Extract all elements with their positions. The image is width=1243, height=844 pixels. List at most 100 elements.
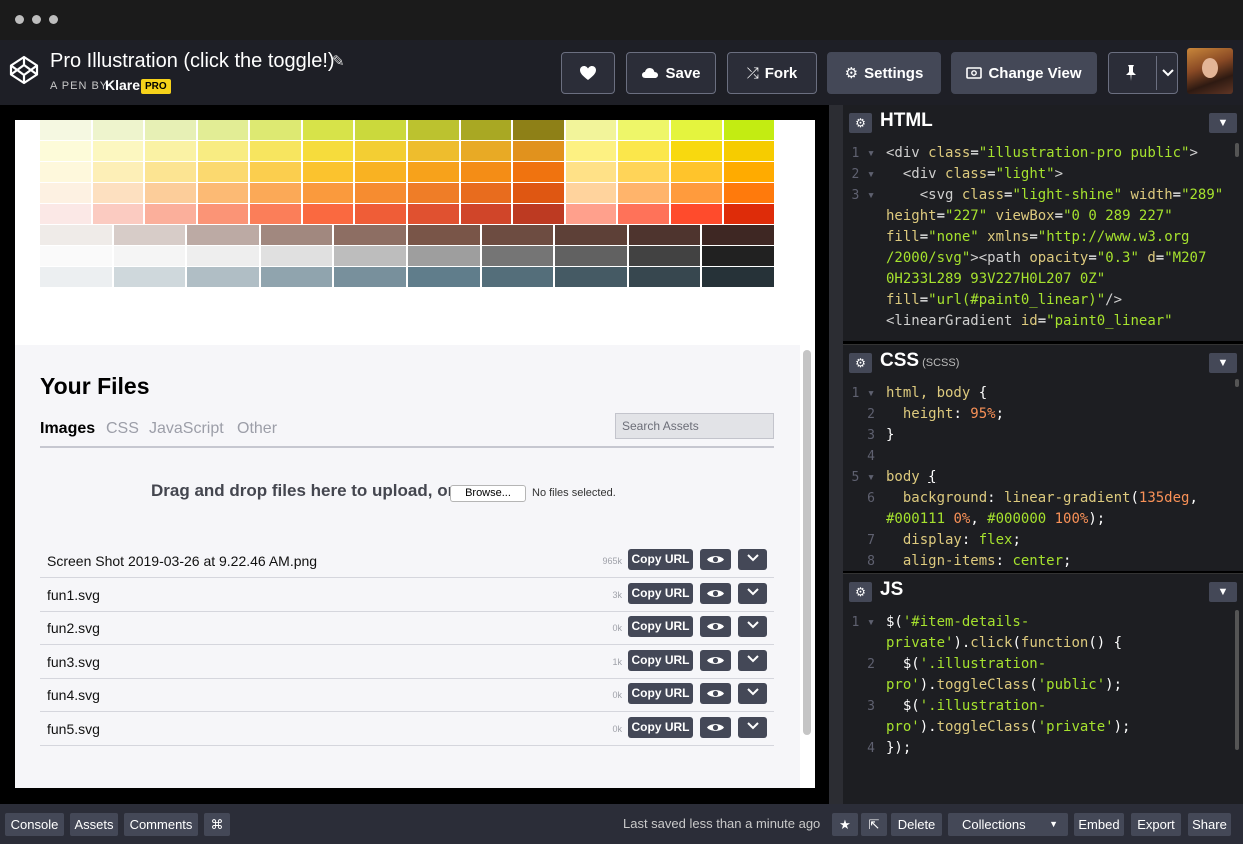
pin-button[interactable] bbox=[1108, 52, 1178, 94]
html-editor-menu-chevron-icon[interactable]: ▼ bbox=[1209, 113, 1237, 133]
color-swatch bbox=[628, 225, 701, 245]
color-swatch bbox=[92, 183, 144, 203]
color-swatch bbox=[670, 162, 722, 182]
codepen-logo-icon[interactable] bbox=[8, 54, 40, 86]
html-settings-gear-icon[interactable]: ⚙ bbox=[849, 113, 872, 133]
file-options-chevron-icon[interactable] bbox=[738, 683, 767, 704]
window-control-dot[interactable] bbox=[49, 15, 58, 24]
color-swatch bbox=[628, 246, 701, 266]
file-name[interactable]: fun1.svg bbox=[47, 587, 100, 603]
color-swatch bbox=[670, 120, 722, 140]
color-swatch bbox=[408, 183, 459, 203]
copy-url-button[interactable]: Copy URL bbox=[628, 616, 693, 637]
tab-images[interactable]: Images bbox=[40, 420, 95, 438]
color-swatch bbox=[618, 183, 669, 203]
file-options-chevron-icon[interactable] bbox=[738, 649, 767, 671]
color-swatch bbox=[702, 246, 774, 266]
js-editor-menu-chevron-icon[interactable]: ▼ bbox=[1209, 582, 1237, 602]
save-button[interactable]: Save bbox=[626, 52, 716, 94]
console-button[interactable]: Console bbox=[5, 813, 64, 836]
embed-button[interactable]: Embed bbox=[1074, 813, 1124, 836]
file-name[interactable]: fun3.svg bbox=[47, 654, 100, 670]
css-code[interactable]: 1 ▾ html, body { 2 height: 95%; 3} 4 5 ▾ b… bbox=[843, 383, 1243, 571]
export-button[interactable]: Export bbox=[1131, 813, 1181, 836]
js-editor-scrollbar[interactable] bbox=[1235, 610, 1239, 750]
collections-dropdown[interactable]: Collections ▼ bbox=[948, 813, 1068, 836]
file-options-chevron-icon[interactable] bbox=[738, 549, 767, 570]
chevron-down-icon bbox=[746, 554, 759, 562]
file-options-chevron-icon[interactable] bbox=[738, 582, 767, 604]
file-row: fun3.svg 1k Copy URL bbox=[40, 646, 774, 679]
color-swatch bbox=[145, 120, 196, 140]
color-swatch bbox=[481, 267, 554, 287]
your-files-heading: Your Files bbox=[40, 373, 150, 399]
file-options-chevron-icon[interactable] bbox=[738, 616, 767, 637]
color-swatch bbox=[145, 162, 196, 182]
preview-eye-button[interactable] bbox=[700, 716, 731, 738]
copy-url-button[interactable]: Copy URL bbox=[628, 649, 693, 671]
file-name[interactable]: fun2.svg bbox=[47, 620, 100, 636]
color-swatch bbox=[670, 204, 722, 224]
file-name[interactable]: Screen Shot 2019-03-26 at 9.22.46 AM.png bbox=[47, 553, 317, 569]
tab-css[interactable]: CSS bbox=[106, 420, 139, 438]
chevron-down-icon bbox=[1162, 69, 1174, 77]
color-swatch bbox=[555, 267, 627, 287]
pen-title[interactable]: Pro Illustration (click the toggle!) bbox=[50, 50, 335, 73]
edit-pencil-icon[interactable]: ✎ bbox=[332, 52, 345, 70]
change-view-button[interactable]: Change View bbox=[951, 52, 1097, 94]
css-editor-menu-chevron-icon[interactable]: ▼ bbox=[1209, 353, 1237, 373]
color-swatch bbox=[723, 120, 775, 140]
js-code[interactable]: 1 ▾ $('#item-details- private').click(fun… bbox=[843, 612, 1243, 759]
open-external-icon[interactable]: ⇱ bbox=[861, 813, 887, 836]
comments-button[interactable]: Comments bbox=[124, 813, 198, 836]
preview-eye-button[interactable] bbox=[700, 683, 731, 704]
preview-eye-button[interactable] bbox=[700, 582, 731, 604]
window-control-dot[interactable] bbox=[15, 15, 24, 24]
star-icon[interactable]: ★ bbox=[832, 813, 858, 836]
copy-url-button[interactable]: Copy URL bbox=[628, 716, 693, 738]
pen-author-link[interactable]: Klare bbox=[105, 77, 140, 93]
css-settings-gear-icon[interactable]: ⚙ bbox=[849, 353, 872, 373]
tab-other[interactable]: Other bbox=[237, 420, 277, 438]
tab-javascript[interactable]: JavaScript bbox=[149, 420, 224, 438]
color-swatch bbox=[197, 204, 249, 224]
html-code[interactable]: 1 ▾ <div class="illustration-pro public">… bbox=[843, 143, 1243, 332]
color-swatch bbox=[92, 204, 144, 224]
user-avatar[interactable] bbox=[1187, 48, 1233, 94]
js-settings-gear-icon[interactable]: ⚙ bbox=[849, 582, 872, 602]
search-assets-input[interactable]: Search Assets bbox=[615, 413, 774, 439]
assets-button[interactable]: Assets bbox=[70, 813, 118, 836]
pane-divider[interactable] bbox=[829, 105, 843, 804]
color-swatch bbox=[92, 120, 144, 140]
color-swatch bbox=[628, 267, 701, 287]
window-control-dot[interactable] bbox=[32, 15, 41, 24]
copy-url-button[interactable]: Copy URL bbox=[628, 582, 693, 604]
color-swatch bbox=[250, 141, 301, 161]
css-editor-scrollbar[interactable] bbox=[1235, 379, 1239, 387]
fork-button-label: Fork bbox=[764, 64, 798, 82]
copy-url-button[interactable]: Copy URL bbox=[628, 549, 693, 570]
preview-eye-button[interactable] bbox=[700, 616, 731, 637]
fork-button[interactable]: ⤮ Fork bbox=[727, 52, 817, 94]
save-button-label: Save bbox=[665, 64, 701, 82]
color-swatch bbox=[407, 246, 480, 266]
html-editor-scrollbar[interactable] bbox=[1235, 143, 1239, 157]
file-options-chevron-icon[interactable] bbox=[738, 716, 767, 738]
love-button[interactable] bbox=[561, 52, 615, 94]
copy-url-button[interactable]: Copy URL bbox=[628, 683, 693, 704]
browse-button[interactable]: Browse... bbox=[450, 485, 526, 502]
file-name[interactable]: fun5.svg bbox=[47, 721, 100, 737]
keyboard-shortcuts-button[interactable]: ⌘ bbox=[204, 813, 230, 836]
fork-icon: ⤮ bbox=[746, 64, 759, 82]
file-name[interactable]: fun4.svg bbox=[47, 687, 100, 703]
color-swatch bbox=[113, 246, 186, 266]
color-swatch bbox=[260, 267, 333, 287]
delete-button[interactable]: Delete bbox=[891, 813, 942, 836]
preview-eye-button[interactable] bbox=[700, 649, 731, 671]
settings-button[interactable]: ⚙ Settings bbox=[827, 52, 941, 94]
preview-scrollbar[interactable] bbox=[803, 350, 811, 735]
color-swatch bbox=[565, 120, 617, 140]
share-button[interactable]: Share bbox=[1188, 813, 1231, 836]
preview-eye-button[interactable] bbox=[700, 549, 731, 570]
chevron-down-icon bbox=[746, 587, 759, 595]
